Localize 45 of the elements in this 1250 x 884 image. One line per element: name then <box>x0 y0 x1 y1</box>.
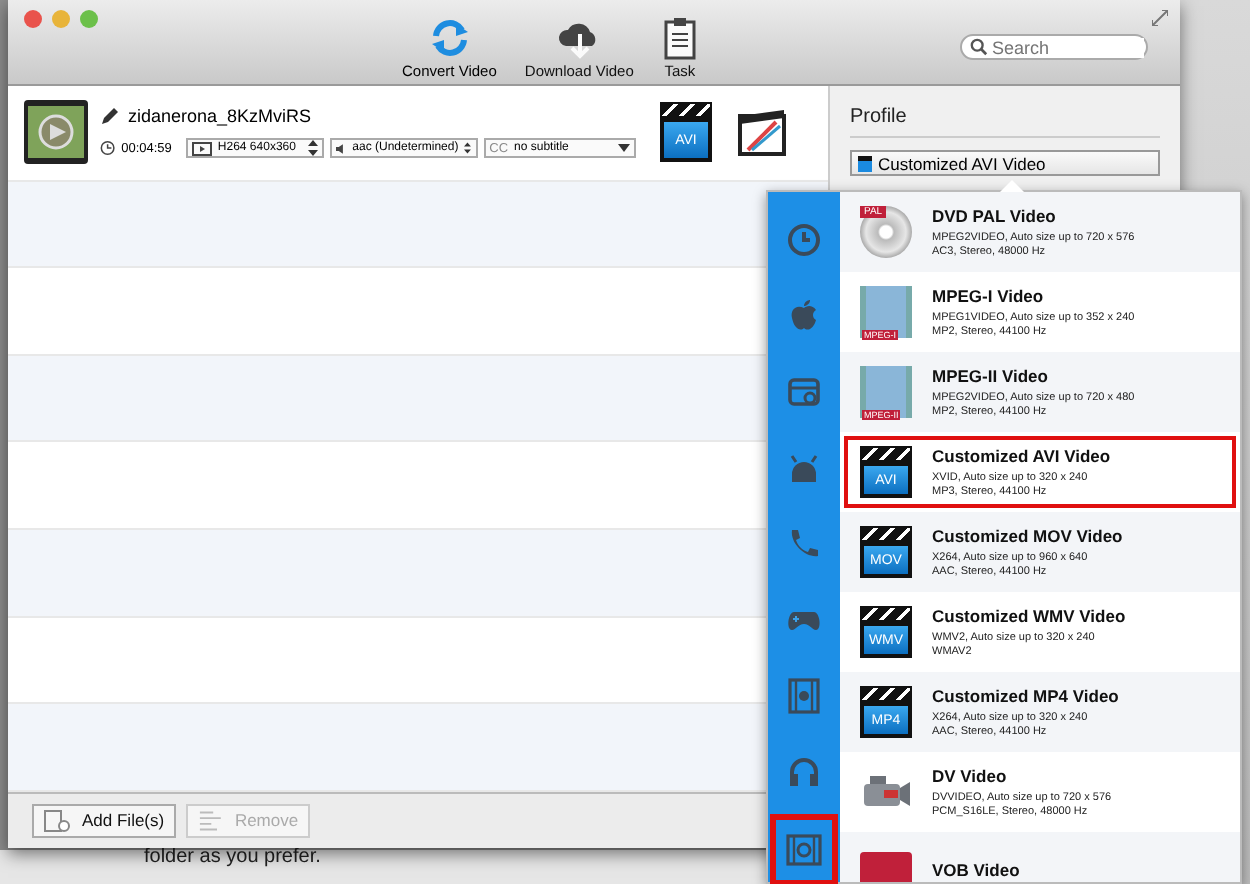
list-icon <box>198 809 223 832</box>
profile-dropdown[interactable]: Customized AVI Video <box>850 150 1160 176</box>
apple-icon <box>786 298 822 334</box>
disc-case-icon <box>860 852 912 882</box>
clapper-icon <box>858 155 872 171</box>
add-file-icon <box>44 809 70 832</box>
search-icon <box>970 38 988 56</box>
stepper-icon <box>307 140 318 157</box>
headphones-icon <box>786 754 822 790</box>
zoom-button[interactable] <box>80 10 98 28</box>
clock-icon <box>100 140 116 157</box>
profile-heading: Profile <box>850 106 1160 138</box>
film-icon <box>786 678 822 714</box>
format-name: VOB Video <box>932 859 1020 879</box>
video-thumbnail[interactable] <box>24 100 88 165</box>
video-icon <box>191 141 212 156</box>
minimize-button[interactable] <box>52 10 70 28</box>
film-edit-icon[interactable] <box>736 106 788 159</box>
pencil-icon[interactable] <box>100 106 120 127</box>
fullscreen-icon[interactable] <box>1152 10 1168 26</box>
category-tab[interactable] <box>776 820 832 880</box>
caret-icon <box>618 144 630 153</box>
clock-icon <box>786 222 822 258</box>
format-name: DV Video <box>932 765 1009 785</box>
format-name: Customized AVI Video <box>932 445 1111 465</box>
background-text: folder as you prefer. <box>144 846 321 868</box>
film-disc-icon <box>786 832 822 868</box>
format-name: MPEG-II Video <box>932 365 1050 385</box>
close-button[interactable] <box>24 10 42 28</box>
phone-icon <box>786 526 822 562</box>
stepper-icon <box>464 140 472 157</box>
disc-drive-icon <box>786 374 822 410</box>
robot-icon <box>786 450 822 486</box>
footer-button[interactable]: Add File(s) <box>32 803 177 838</box>
format-item[interactable]: VOB Video <box>840 832 1240 882</box>
format-name: Customized WMV Video <box>932 605 1126 625</box>
search-field[interactable]: Search <box>960 34 1148 60</box>
clipboard-icon <box>661 16 698 60</box>
format-name: DVD PAL Video <box>932 205 1058 225</box>
file-name: zidanerona_8KzMviRS <box>128 106 312 127</box>
speaker-icon <box>335 141 347 156</box>
format-name: Customized MOV Video <box>932 525 1123 545</box>
format-name: Customized MP4 Video <box>932 685 1119 705</box>
format-name: MPEG-I Video <box>932 285 1046 305</box>
refresh-icon <box>427 16 472 60</box>
